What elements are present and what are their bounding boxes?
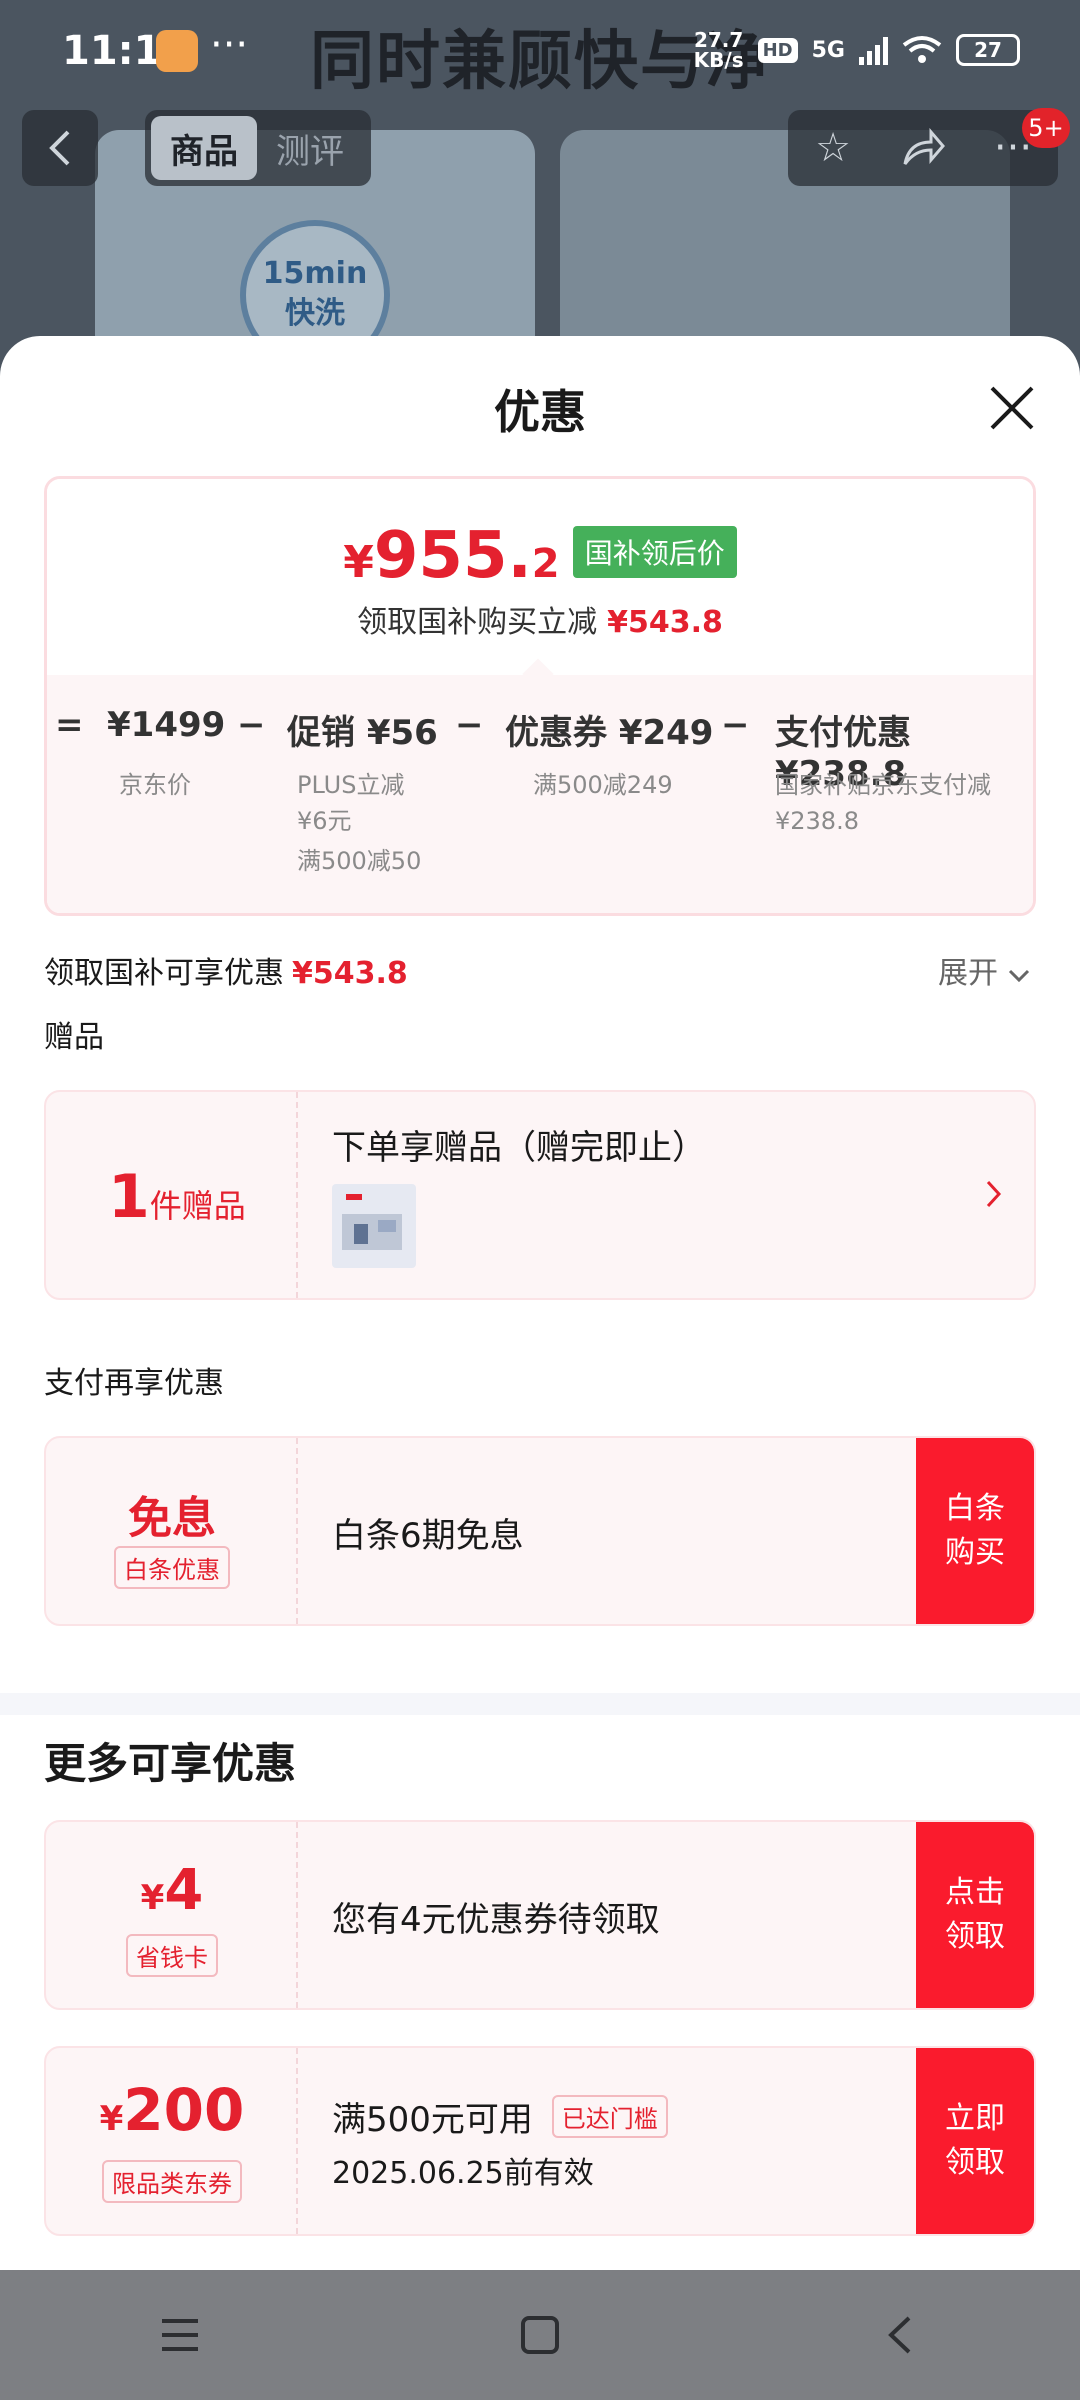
- gift-card[interactable]: 1件赠品 下单享赠品（赠完即止）: [44, 1090, 1036, 1300]
- formula-note: 京东价: [119, 771, 191, 799]
- price-subtitle: 领取国补购买立减 ¥543.8: [357, 605, 723, 640]
- star-icon[interactable]: ☆: [809, 124, 857, 172]
- status-bar: 11:17 ··· 27.7 KB/s HD 5G 27: [0, 0, 1080, 100]
- threshold-reached-badge: 已达门槛: [551, 2095, 668, 2138]
- claim-coupon-button[interactable]: 点击领取: [916, 1822, 1034, 2008]
- gift-title: 下单享赠品（赠完即止）: [332, 1128, 706, 1168]
- gift-thumbnail[interactable]: [332, 1184, 416, 1268]
- message-count-badge: 5+: [1022, 108, 1070, 148]
- minus-sign: −: [455, 705, 484, 745]
- pay-section-label: 支付再享优惠: [44, 1366, 224, 1401]
- formula-jd-price: ¥1499: [107, 705, 226, 745]
- sheet-title: 优惠: [494, 385, 586, 439]
- chevron-down-icon: [1008, 969, 1029, 983]
- back-button[interactable]: [22, 110, 98, 186]
- coupon-card: ¥200 限品类东券 满500元可用 已达门槛 2025.06.25前有效 立即…: [44, 2046, 1036, 2236]
- minus-sign: −: [721, 705, 750, 745]
- claim-coupon-button[interactable]: 立即领取: [916, 2048, 1034, 2234]
- tab-product[interactable]: 商品: [151, 116, 257, 180]
- network-speed: 27.7 KB/s: [693, 28, 744, 72]
- formula-coupon: 优惠券 ¥249: [505, 713, 714, 753]
- expand-button[interactable]: 展开: [938, 948, 1030, 992]
- page-tabs: 商品 测评: [145, 110, 371, 186]
- back-nav-icon[interactable]: [870, 2305, 930, 2365]
- equals-sign: =: [55, 705, 84, 745]
- formula-note: 国家补贴京东支付减 ¥238.8: [775, 771, 991, 835]
- home-icon[interactable]: [510, 2305, 570, 2365]
- coupon-pill: 省钱卡: [126, 1934, 218, 1977]
- signal-icon: [859, 35, 888, 65]
- close-icon[interactable]: [984, 380, 1040, 436]
- baitiao-text: 白条6期免息: [332, 1516, 524, 1556]
- coupon-text: 您有4元优惠券待领取: [332, 1900, 660, 1940]
- subsidy-price-tag: 国补领后价: [572, 526, 737, 578]
- subsidy-discount-row[interactable]: 领取国补可享优惠 ¥543.8: [44, 948, 408, 992]
- wifi-icon: [902, 36, 942, 63]
- tab-review[interactable]: 测评: [257, 116, 363, 180]
- coupon-amount: ¥4: [140, 1858, 204, 1923]
- baitiao-offer-card: 免息 白条优惠 白条6期免息 白条购买: [44, 1436, 1036, 1626]
- system-nav-bar: [0, 2270, 1080, 2400]
- price-breakdown-card: ¥955.2 国补领后价 领取国补购买立减 ¥543.8 = ¥1499 − 促销…: [44, 476, 1036, 916]
- minus-sign: −: [237, 705, 266, 745]
- baitiao-buy-button[interactable]: 白条购买: [916, 1438, 1034, 1624]
- coupon-card: ¥4 省钱卡 您有4元优惠券待领取 点击领取: [44, 1820, 1036, 2010]
- more-notifications-icon: ···: [210, 22, 249, 68]
- final-price: ¥955.2 国补领后价: [47, 519, 1033, 593]
- formula-note: 满500减249: [533, 771, 673, 799]
- coupon-pill: 限品类东券: [102, 2160, 242, 2203]
- more-offers-title: 更多可享优惠: [44, 1739, 297, 1788]
- app-notification-icon: [156, 30, 198, 72]
- header-actions: ☆ ···: [788, 110, 1058, 186]
- chevron-right-icon: [986, 1180, 1002, 1208]
- baitiao-pill: 白条优惠: [114, 1546, 230, 1589]
- coupon-amount: ¥200: [99, 2076, 245, 2144]
- chevron-left-icon: [49, 130, 70, 166]
- gift-section-label: 赠品: [44, 1020, 104, 1055]
- network-type: 5G: [811, 37, 845, 63]
- gift-count: 1件赠品: [108, 1162, 246, 1232]
- share-icon[interactable]: [899, 124, 947, 172]
- discount-sheet: 优惠 ¥955.2 国补领后价 领取国补购买立减 ¥543.8 = ¥1499 −…: [0, 336, 1080, 2270]
- coupon-text: 满500元可用 已达门槛: [332, 2092, 668, 2141]
- hd-icon: HD: [757, 37, 798, 63]
- menu-icon[interactable]: [150, 2305, 210, 2365]
- interest-free-label: 免息: [128, 1493, 216, 1544]
- formula-note: PLUS立减 ¥6元 满500减50: [297, 771, 422, 875]
- coupon-expiry: 2025.06.25前有效: [332, 2156, 594, 2191]
- battery-icon: 27: [956, 34, 1020, 66]
- formula-promotion: 促销 ¥56: [287, 713, 438, 753]
